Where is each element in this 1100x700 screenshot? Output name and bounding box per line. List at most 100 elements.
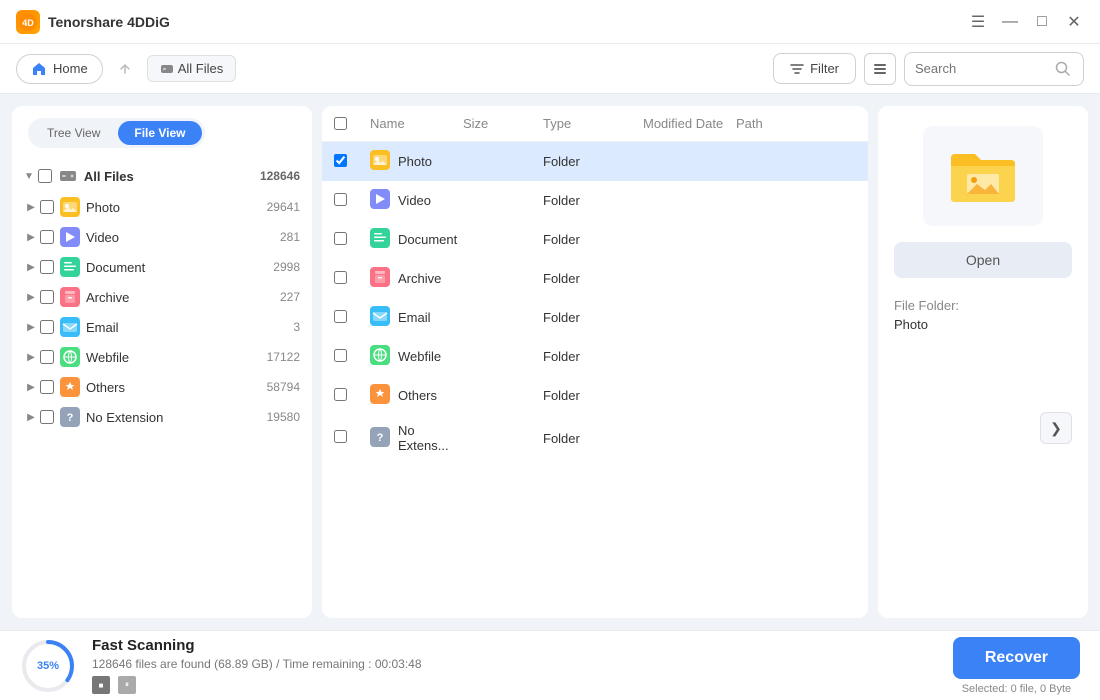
toolbar: Home All Files Filter	[0, 44, 1100, 94]
menu-button[interactable]: ☰	[968, 12, 988, 32]
sidebar-item-photo[interactable]: ▶ Photo 29641	[12, 192, 312, 222]
others-type: Folder	[543, 388, 643, 403]
webfile-checkbox[interactable]	[40, 350, 54, 364]
arrow-icon: ▶	[24, 350, 38, 364]
file-row-photo[interactable]: Photo Folder	[322, 142, 868, 181]
document-type: Folder	[543, 232, 643, 247]
webfile-name-cell: Webfile	[370, 345, 463, 368]
email-name-cell: Email	[370, 306, 463, 329]
noext-name-cell: ? No Extens...	[370, 423, 463, 453]
arrow-icon: ▶	[24, 320, 38, 334]
video-icon	[60, 227, 80, 247]
select-all-checkbox[interactable]	[334, 117, 347, 130]
list-view-button[interactable]	[864, 53, 896, 85]
maximize-button[interactable]: □	[1032, 12, 1052, 32]
archive-file-icon	[370, 267, 390, 290]
pause-button[interactable]: ⏸	[118, 676, 136, 694]
scan-controls: ■ ⏸	[92, 676, 937, 694]
video-row-checkbox[interactable]	[334, 193, 347, 206]
archive-checkbox[interactable]	[40, 290, 54, 304]
document-checkbox[interactable]	[40, 260, 54, 274]
email-icon	[60, 317, 80, 337]
app-logo: 4D	[16, 10, 40, 34]
file-row-video[interactable]: Video Folder	[322, 181, 868, 220]
file-row-archive[interactable]: Archive Folder	[322, 259, 868, 298]
tree-view-button[interactable]: Tree View	[31, 121, 116, 145]
minimize-button[interactable]: —	[1000, 12, 1020, 32]
email-file-icon	[370, 306, 390, 329]
email-checkbox[interactable]	[40, 320, 54, 334]
others-icon	[60, 377, 80, 397]
home-button[interactable]: Home	[16, 54, 103, 84]
photo-name-cell: Photo	[370, 150, 463, 173]
others-name-cell: Others	[370, 384, 463, 407]
window-controls: ☰ — □ ✕	[968, 12, 1084, 32]
search-input[interactable]	[915, 61, 1055, 76]
col-size: Size	[463, 116, 543, 131]
file-row-email[interactable]: Email Folder	[322, 298, 868, 337]
archive-icon	[60, 287, 80, 307]
others-file-icon	[370, 384, 390, 407]
selected-info: Selected: 0 file, 0 Byte	[962, 683, 1071, 695]
file-table-header: Name Size Type Modified Date Path	[322, 106, 868, 142]
video-type: Folder	[543, 193, 643, 208]
filter-button[interactable]: Filter	[773, 53, 856, 84]
open-button[interactable]: Open	[894, 242, 1072, 278]
hdd-icon	[160, 62, 174, 76]
sidebar-tree: ▼ All Files 128646 ▶ Photo 29641 ▶ Video…	[12, 156, 312, 618]
close-button[interactable]: ✕	[1064, 12, 1084, 32]
noext-filename: No Extens...	[398, 423, 463, 453]
video-name-cell: Video	[370, 189, 463, 212]
photo-checkbox[interactable]	[40, 200, 54, 214]
noext-type: Folder	[543, 431, 643, 446]
email-row-checkbox[interactable]	[334, 310, 347, 323]
col-type: Type	[543, 116, 643, 131]
others-checkbox[interactable]	[40, 380, 54, 394]
photo-row-checkbox[interactable]	[334, 154, 347, 167]
preview-meta-label: File Folder:	[894, 298, 1072, 313]
others-row-checkbox[interactable]	[334, 388, 347, 401]
webfile-count: 17122	[267, 350, 300, 364]
svg-text:?: ?	[377, 432, 384, 444]
email-label: Email	[86, 320, 293, 335]
video-filename: Video	[398, 193, 431, 208]
others-filename: Others	[398, 388, 437, 403]
sidebar-item-webfile[interactable]: ▶ Webfile 17122	[12, 342, 312, 372]
video-file-icon	[370, 189, 390, 212]
file-row-document[interactable]: Document Folder	[322, 220, 868, 259]
webfile-row-checkbox[interactable]	[334, 349, 347, 362]
file-row-noext[interactable]: ? No Extens... Folder	[322, 415, 868, 461]
stop-button[interactable]: ■	[92, 676, 110, 694]
preview-meta-value: Photo	[894, 317, 1072, 332]
noext-checkbox[interactable]	[40, 410, 54, 424]
sidebar-item-all-files[interactable]: ▼ All Files 128646	[12, 160, 312, 192]
sidebar-item-video[interactable]: ▶ Video 281	[12, 222, 312, 252]
recover-button[interactable]: Recover	[953, 637, 1080, 679]
sidebar-item-email[interactable]: ▶ Email 3	[12, 312, 312, 342]
document-name-cell: Document	[370, 228, 463, 251]
noext-row-checkbox[interactable]	[334, 430, 347, 443]
home-icon	[31, 61, 47, 77]
sidebar-item-others[interactable]: ▶ Others 58794	[12, 372, 312, 402]
file-view-button[interactable]: File View	[118, 121, 201, 145]
document-row-checkbox[interactable]	[334, 232, 347, 245]
sidebar-item-archive[interactable]: ▶ Archive 227	[12, 282, 312, 312]
sidebar-item-document[interactable]: ▶ Document 2998	[12, 252, 312, 282]
titlebar: 4D Tenorshare 4DDiG ☰ — □ ✕	[0, 0, 1100, 44]
email-count: 3	[293, 320, 300, 334]
arrow-icon: ▶	[24, 410, 38, 424]
sidebar-item-noext[interactable]: ▶ ? No Extension 19580	[12, 402, 312, 432]
webfile-label: Webfile	[86, 350, 267, 365]
preview-next-button[interactable]: ❯	[1040, 412, 1072, 444]
archive-count: 227	[280, 290, 300, 304]
all-files-checkbox[interactable]	[38, 169, 52, 183]
file-row-others[interactable]: Others Folder	[322, 376, 868, 415]
others-label: Others	[86, 380, 267, 395]
back-button[interactable]	[111, 55, 139, 83]
file-row-webfile[interactable]: Webfile Folder	[322, 337, 868, 376]
photo-icon	[60, 197, 80, 217]
video-checkbox[interactable]	[40, 230, 54, 244]
archive-row-checkbox[interactable]	[334, 271, 347, 284]
archive-label: Archive	[86, 290, 280, 305]
noext-count: 19580	[267, 410, 300, 424]
